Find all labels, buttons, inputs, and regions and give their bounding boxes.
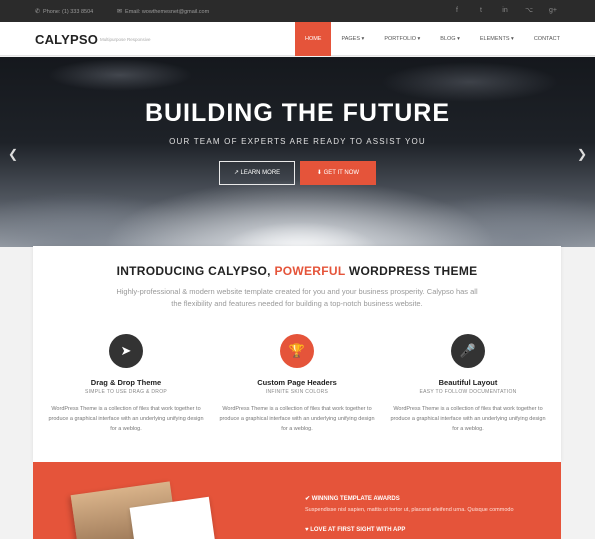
linkedin-icon[interactable]: in [501, 5, 509, 17]
awards-section: ✔ WINNING TEMPLATE AWARDS Suspendisse ni… [33, 462, 561, 539]
intro-title-post: WORDPRESS THEME [345, 264, 478, 278]
learn-more-button[interactable]: ↗ LEARN MORE [219, 161, 295, 185]
feature-subtitle: INFINITE SKIN COLORS [265, 389, 329, 395]
slider-prev-arrow-icon[interactable]: ❮ [8, 147, 18, 161]
microphone-icon: 🎤 [451, 334, 485, 368]
feature-title: Custom Page Headers [257, 378, 337, 387]
award-heading: ✔ WINNING TEMPLATE AWARDS [305, 496, 400, 502]
feature-title: Drag & Drop Theme [90, 378, 162, 387]
twitter-icon[interactable]: t [477, 5, 485, 17]
main-menu: HOME PAGES ▾ PORTFOLIO ▾ BLOG ▾ ELEMENTS… [294, 22, 595, 56]
feature-drag-drop: ➤ Drag & Drop Theme SIMPLE TO USE DRAG &… [41, 334, 211, 434]
love-heading: ♥ LOVE AT FIRST SIGHT WITH APP [305, 527, 406, 533]
top-bar: ✆ Phone: (1) 333 8504 ✉ Email: wowthemes… [0, 0, 595, 22]
google-plus-icon[interactable]: g+ [549, 5, 557, 17]
slider-next-arrow-icon[interactable]: ❯ [577, 147, 587, 161]
menu-item-portfolio[interactable]: PORTFOLIO ▾ [374, 22, 430, 56]
social-links: f t in ⌥ g+ [453, 5, 557, 17]
feature-beautiful-layout: 🎤 Beautiful Layout EASY TO FOLLOW DOCUME… [383, 334, 553, 434]
envelope-icon: ✉ [117, 9, 123, 15]
feature-text: WordPress Theme is a collection of files… [390, 406, 546, 432]
hero-slider: ❮ ❯ BUILDING THE FUTURE OUR TEAM OF EXPE… [0, 57, 595, 247]
menu-item-contact[interactable]: CONTACT [524, 22, 595, 56]
feature-text: WordPress Theme is a collection of files… [48, 406, 204, 432]
feature-title: Beautiful Layout [438, 378, 498, 387]
feature-subtitle: EASY TO FOLLOW DOCUMENTATION [419, 389, 517, 395]
tagline: Multipurpose Responsive [100, 37, 151, 42]
phone-icon: ✆ [35, 9, 41, 15]
github-icon[interactable]: ⌥ [525, 5, 533, 17]
menu-item-pages[interactable]: PAGES ▾ [331, 22, 374, 56]
main-navbar: CALYPSO Multipurpose Responsive HOME PAG… [0, 22, 595, 56]
paper-plane-icon: ➤ [109, 334, 143, 368]
logo[interactable]: CALYPSO [35, 32, 98, 47]
phone-info: ✆ Phone: (1) 333 8504 [35, 8, 94, 16]
phone-text: Phone: (1) 333 8504 [43, 8, 94, 15]
get-it-now-button[interactable]: ⬇ GET IT NOW [300, 161, 376, 185]
intro-title-highlight: POWERFUL [274, 264, 346, 278]
feature-custom-headers: 🏆 Custom Page Headers INFINITE SKIN COLO… [212, 334, 382, 434]
hero-subtitle: OUR TEAM OF EXPERTS ARE READY TO ASSIST … [169, 137, 426, 146]
hero-title: BUILDING THE FUTURE [144, 99, 451, 127]
intro-card: INTRODUCING CALYPSO, POWERFUL WORDPRESS … [33, 246, 561, 462]
menu-item-elements[interactable]: ELEMENTS ▾ [470, 22, 524, 56]
feature-subtitle: SIMPLE TO USE DRAG & DROP [84, 389, 168, 395]
intro-title-pre: INTRODUCING CALYPSO, [116, 264, 275, 278]
intro-description: Highly-professional & modern website tem… [116, 287, 478, 308]
intro-title: INTRODUCING CALYPSO, POWERFUL WORDPRESS … [33, 264, 561, 278]
trophy-icon: 🏆 [280, 334, 314, 368]
award-text: Suspendisse nisl sapien, mattis ut torto… [305, 507, 514, 513]
menu-item-home[interactable]: HOME [294, 22, 332, 56]
menu-item-blog[interactable]: BLOG ▾ [430, 22, 470, 56]
email-info[interactable]: ✉ Email: wowthemesnet@gmail.com [117, 8, 209, 16]
facebook-icon[interactable]: f [453, 5, 461, 17]
feature-text: WordPress Theme is a collection of files… [219, 406, 375, 432]
email-text[interactable]: Email: wowthemesnet@gmail.com [125, 9, 209, 15]
